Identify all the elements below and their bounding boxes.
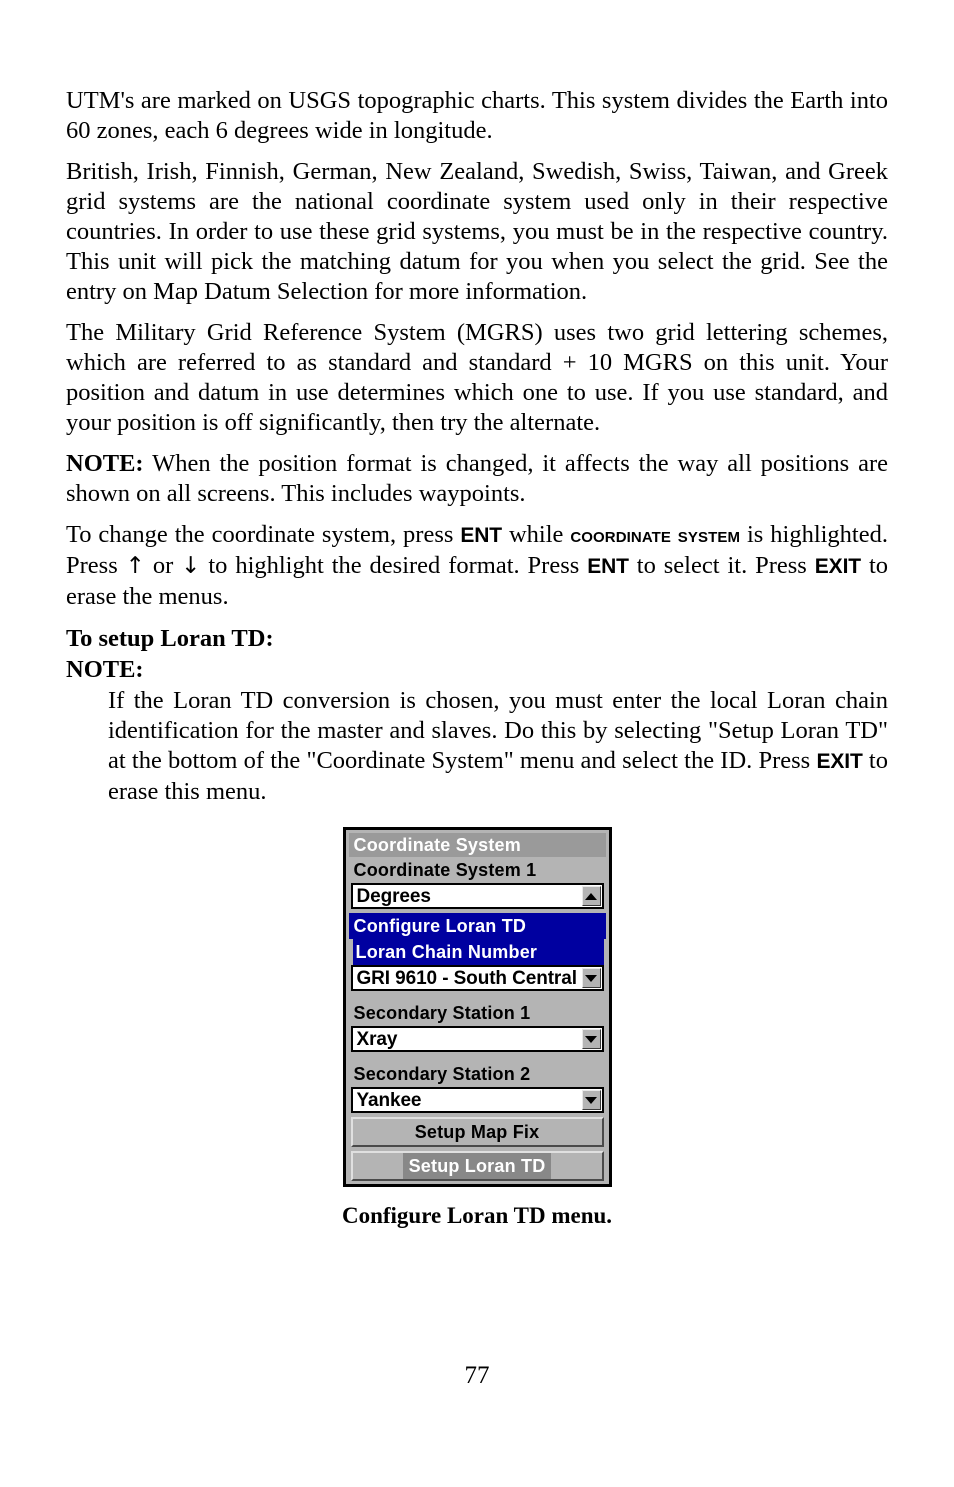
- arrow-down-icon: ↓: [181, 553, 201, 579]
- heading-to-setup-loran-td: To setup Loran TD:: [66, 625, 274, 652]
- arrow-up-icon: ↑: [125, 553, 145, 579]
- gps-label-loran-chain-number[interactable]: Loran Chain Number: [352, 939, 604, 965]
- paragraph-note-position-format: NOTE: When the position format is change…: [66, 449, 888, 509]
- text-segment: while: [502, 521, 571, 548]
- page-content: UTM's are marked on USGS topographic cha…: [66, 0, 888, 1487]
- chevron-down-icon[interactable]: [581, 1029, 601, 1049]
- note-loran-td-block: If the Loran TD conversion is chosen, yo…: [108, 686, 888, 807]
- gps-item-configure-loran-td[interactable]: Configure Loran TD: [348, 913, 606, 939]
- gps-screen: Coordinate System Coordinate System 1 De…: [348, 833, 606, 1181]
- gps-field-loran-chain-number[interactable]: GRI 9610 - South Central: [350, 965, 604, 991]
- gps-button-setup-map-fix[interactable]: Setup Map Fix: [350, 1117, 604, 1147]
- gps-button-setup-loran-td[interactable]: Setup Loran TD: [350, 1151, 604, 1181]
- key-exit: EXIT: [814, 555, 862, 578]
- gps-title-bar: Coordinate System: [348, 833, 606, 857]
- gps-value-xray: Xray: [356, 1029, 398, 1050]
- text-segment: or: [144, 552, 182, 579]
- key-ent-2: ENT: [587, 555, 629, 578]
- gps-value-gri: GRI 9610 - South Central: [356, 968, 577, 989]
- chevron-down-icon[interactable]: [581, 1090, 601, 1110]
- paragraph-mgrs: The Military Grid Reference System (MGRS…: [66, 319, 888, 436]
- gps-field-secondary-station-2[interactable]: Yankee: [350, 1087, 604, 1113]
- gps-button-setup-loran-td-label: Setup Loran TD: [402, 1153, 552, 1179]
- text-segment: If the Loran TD conversion is chosen, yo…: [108, 687, 888, 774]
- paragraph-change-coordinate-system: To change the coordinate system, press E…: [66, 520, 888, 612]
- paragraph-national-grids: British, Irish, Finnish, German, New Zea…: [66, 158, 888, 305]
- key-exit-2: EXIT: [816, 750, 863, 773]
- text-segment: to highlight the desired format. Press: [200, 552, 588, 579]
- up-arrow-icon[interactable]: [581, 886, 601, 906]
- text-segment: to select it. Press: [628, 552, 815, 579]
- gps-value-yankee: Yankee: [356, 1090, 422, 1111]
- menu-name-coordinate-system: Coordinate System: [570, 524, 741, 547]
- note-label: NOTE:: [66, 450, 144, 477]
- chevron-down-icon[interactable]: [581, 968, 601, 988]
- gps-label-coordinate-system-1: Coordinate System 1: [353, 860, 537, 880]
- gps-menu-screenshot: Coordinate System Coordinate System 1 De…: [342, 827, 612, 1187]
- key-ent: ENT: [460, 524, 503, 547]
- gps-label-secondary-station-1: Secondary Station 1: [353, 1003, 531, 1023]
- figure-configure-loran-td: Coordinate System Coordinate System 1 De…: [66, 827, 888, 1229]
- gps-field-coordinate-system-1[interactable]: Degrees: [350, 883, 604, 909]
- gps-value-degrees: Degrees: [356, 886, 431, 907]
- note-body: When the position format is changed, it …: [66, 450, 888, 507]
- heading-note: NOTE:: [66, 656, 144, 683]
- gps-label-secondary-station-2: Secondary Station 2: [353, 1064, 531, 1084]
- text-segment: To change the coordinate system, press: [66, 521, 461, 548]
- page-number: 77: [464, 1362, 490, 1389]
- figure-caption: Configure Loran TD menu.: [341, 1203, 613, 1228]
- paragraph-utm: UTM's are marked on USGS topographic cha…: [66, 87, 888, 144]
- gps-field-secondary-station-1[interactable]: Xray: [350, 1026, 604, 1052]
